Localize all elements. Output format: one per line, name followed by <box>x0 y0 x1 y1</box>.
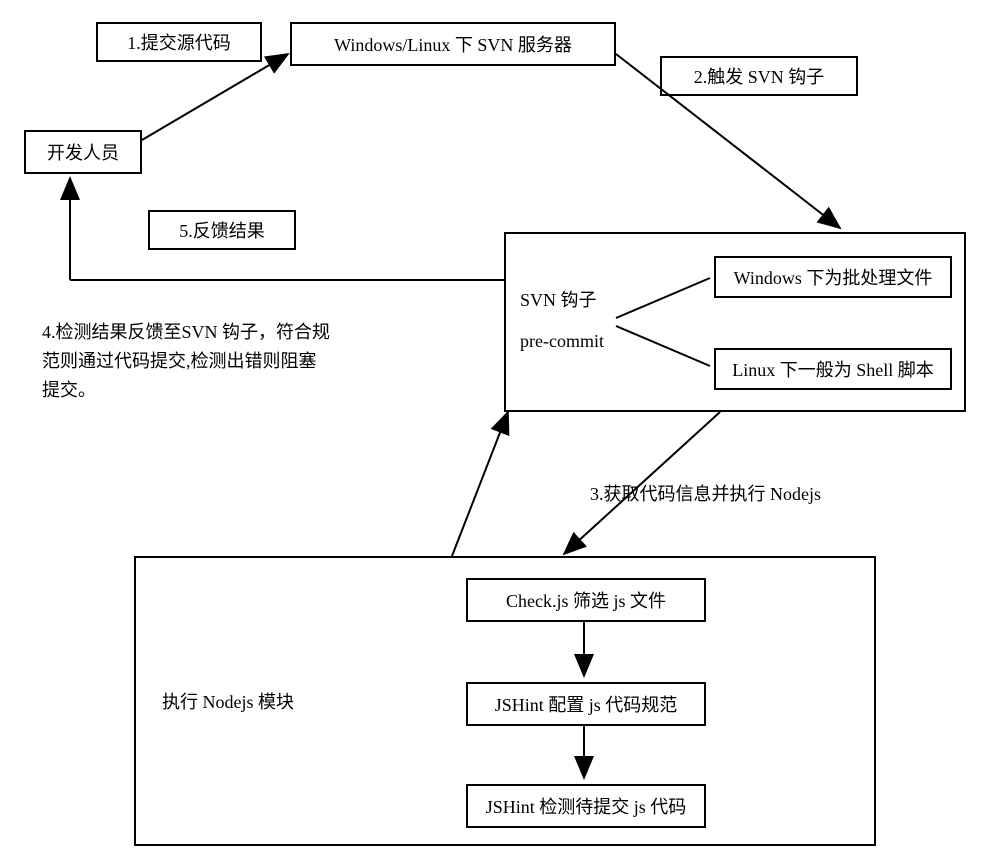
jshint-check-text: JSHint 检测待提交 js 代码 <box>486 793 687 819</box>
svn-hook-line1: SVN 钩子 <box>520 286 604 315</box>
step5-label: 5.反馈结果 <box>148 210 296 250</box>
jshint-check-box: JSHint 检测待提交 js 代码 <box>466 784 706 828</box>
step4-text: 4.检测结果反馈至SVN 钩子，符合规范则通过代码提交,检测出错则阻塞提交。 <box>42 322 330 400</box>
hook-linux-box: Linux 下一般为 Shell 脚本 <box>714 348 952 390</box>
svn-hook-box: SVN 钩子 pre-commit Windows 下为批处理文件 Linux … <box>504 232 966 412</box>
step5-text: 5.反馈结果 <box>179 217 265 243</box>
step1-label: 1.提交源代码 <box>96 22 262 62</box>
step2-label: 2.触发 SVN 钩子 <box>660 56 858 96</box>
hook-windows-text: Windows 下为批处理文件 <box>734 264 933 290</box>
svn-server-box: Windows/Linux 下 SVN 服务器 <box>290 22 616 66</box>
hook-windows-box: Windows 下为批处理文件 <box>714 256 952 298</box>
developer-box: 开发人员 <box>24 130 142 174</box>
step3-label: 3.获取代码信息并执行 Nodejs <box>590 480 821 506</box>
step1-text: 1.提交源代码 <box>127 29 231 55</box>
jshint-config-box: JSHint 配置 js 代码规范 <box>466 682 706 726</box>
svn-server-text: Windows/Linux 下 SVN 服务器 <box>334 31 572 57</box>
nodejs-title-text: 执行 Nodejs 模块 <box>162 692 294 712</box>
checkjs-box: Check.js 筛选 js 文件 <box>466 578 706 622</box>
step3-text: 3.获取代码信息并执行 Nodejs <box>590 484 821 504</box>
jshint-config-text: JSHint 配置 js 代码规范 <box>495 691 678 717</box>
nodejs-title: 执行 Nodejs 模块 <box>162 688 294 714</box>
checkjs-text: Check.js 筛选 js 文件 <box>506 587 666 613</box>
hook-linux-text: Linux 下一般为 Shell 脚本 <box>732 356 934 382</box>
step4-label: 4.检测结果反馈至SVN 钩子，符合规范则通过代码提交,检测出错则阻塞提交。 <box>42 318 332 404</box>
developer-text: 开发人员 <box>47 139 119 165</box>
step2-text: 2.触发 SVN 钩子 <box>694 63 825 89</box>
arrow-step1 <box>142 54 288 140</box>
svn-hook-line2: pre-commit <box>520 327 604 356</box>
arrow-step4 <box>452 412 508 556</box>
nodejs-box: 执行 Nodejs 模块 Check.js 筛选 js 文件 JSHint 配置… <box>134 556 876 846</box>
svn-hook-title: SVN 钩子 pre-commit <box>520 286 604 356</box>
